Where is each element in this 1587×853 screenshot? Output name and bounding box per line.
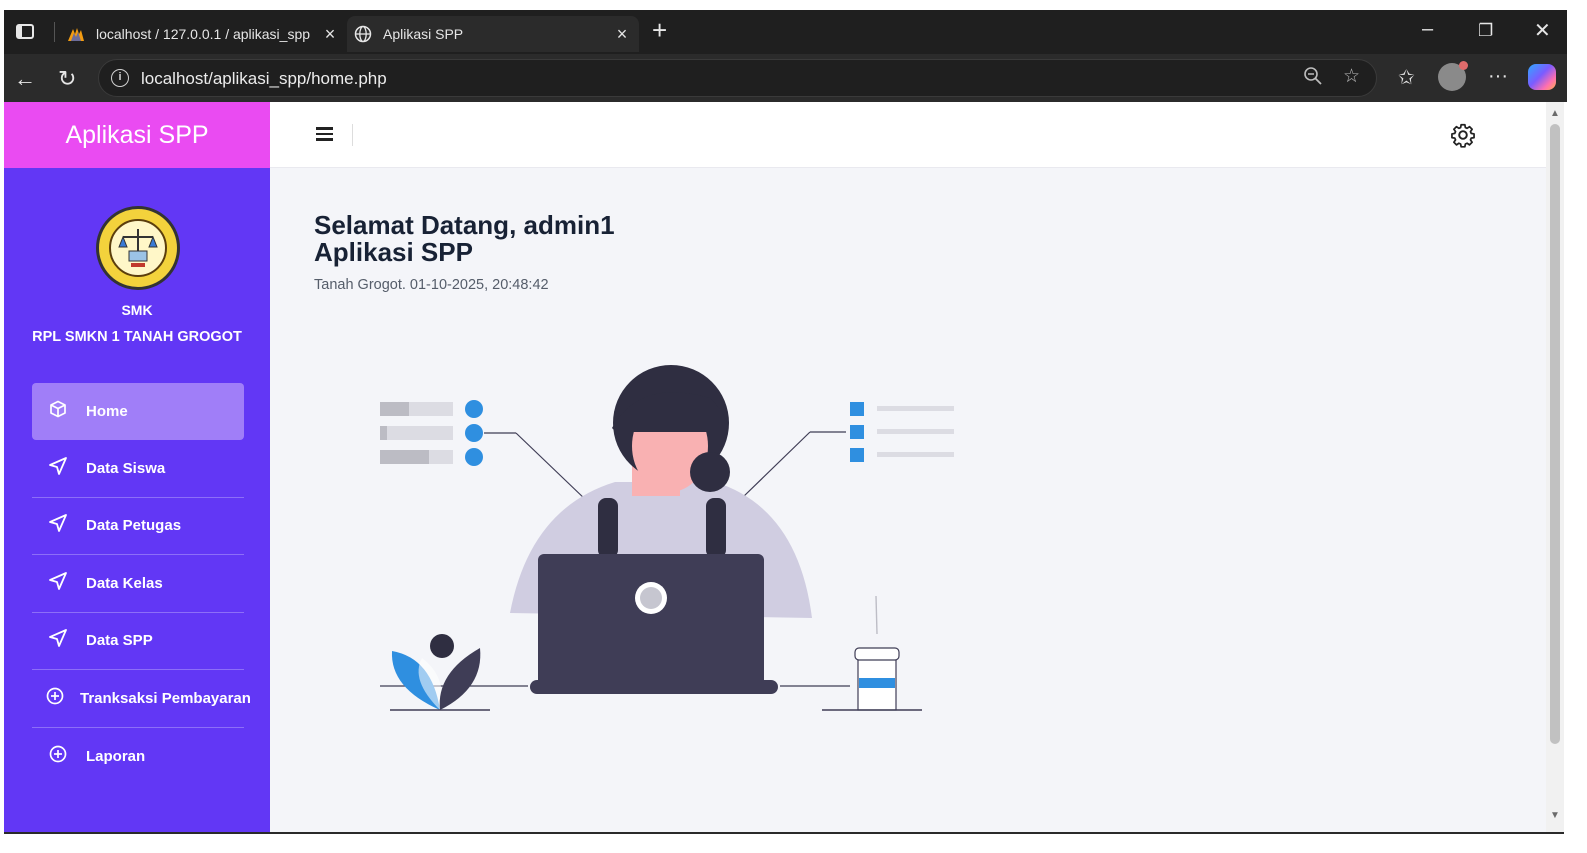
top-navbar — [270, 102, 1546, 168]
back-icon[interactable]: ← — [14, 66, 36, 92]
sidebar-menu: Home Data Siswa Data Petugas Data Kelas — [32, 383, 251, 786]
sidebar: Aplikasi SPP SMK RPL SMKN 1 TANAH GROGOT — [4, 102, 270, 832]
sidebar-item-label: Data Kelas — [86, 574, 163, 592]
address-bar-row: ← ↻ i localhost/aplikasi_spp/home.php ☆ … — [4, 54, 1567, 102]
page-title: Selamat Datang, admin1 Aplikasi SPP — [314, 212, 615, 266]
scroll-down-icon[interactable]: ▼ — [1550, 810, 1560, 821]
sidebar-item-label: Data Petugas — [86, 517, 182, 535]
browser-chrome: localhost / 127.0.0.1 / aplikasi_spp × A… — [4, 10, 1567, 102]
sidebar-item-label: Tranksaksi Pembayaran — [80, 689, 251, 707]
tab-divider — [54, 22, 55, 42]
org-line-1: SMK — [121, 302, 153, 318]
sidebar-item-label: Data Siswa — [86, 459, 166, 477]
tab-actions-icon[interactable] — [16, 24, 34, 39]
school-logo — [96, 206, 180, 290]
send-icon — [46, 628, 70, 653]
sidebar-item-data-spp[interactable]: Data SPP — [32, 613, 244, 670]
send-icon — [46, 571, 70, 596]
more-icon[interactable]: ··· — [1488, 65, 1508, 88]
gear-icon[interactable] — [1450, 122, 1476, 155]
new-tab-icon[interactable]: + — [652, 17, 667, 43]
welcome-line-1: Selamat Datang, admin1 — [314, 210, 615, 240]
url-text[interactable]: localhost/aplikasi_spp/home.php — [141, 69, 387, 89]
tab-aplikasi-spp[interactable]: Aplikasi SPP × — [347, 16, 639, 52]
hamburger-menu-icon[interactable] — [316, 127, 334, 141]
close-icon[interactable]: × — [319, 24, 341, 45]
brand-title[interactable]: Aplikasi SPP — [4, 102, 270, 168]
tab-phpmyadmin[interactable]: localhost / 127.0.0.1 / aplikasi_spp × — [60, 16, 347, 52]
org-line-2: RPL SMKN 1 TANAH GROGOT — [32, 329, 242, 345]
cube-icon — [46, 400, 70, 423]
phpmyadmin-icon — [66, 24, 86, 44]
reload-icon[interactable]: ↻ — [58, 66, 76, 92]
favorites-icon[interactable]: ✩ — [1398, 65, 1415, 90]
navbar-divider — [352, 124, 353, 146]
plus-circle-icon — [46, 687, 64, 710]
page-scrollbar[interactable]: ▲ ▼ — [1546, 102, 1564, 832]
window-bottom-edge — [4, 832, 1564, 853]
globe-icon — [353, 24, 373, 44]
sidebar-item-label: Data SPP — [86, 632, 153, 650]
screen: localhost / 127.0.0.1 / aplikasi_spp × A… — [0, 0, 1587, 853]
location-datetime: Tanah Grogot. 01-10-2025, 20:48:42 — [314, 277, 549, 293]
minimize-icon[interactable]: – — [1422, 18, 1433, 41]
scroll-up-icon[interactable]: ▲ — [1550, 108, 1560, 119]
close-icon[interactable]: × — [611, 24, 633, 45]
info-icon[interactable]: i — [111, 69, 129, 87]
close-window-icon[interactable]: ✕ — [1534, 18, 1551, 43]
tab-title: Aplikasi SPP — [383, 26, 464, 42]
sidebar-item-data-kelas[interactable]: Data Kelas — [32, 555, 244, 613]
plus-circle-icon — [46, 745, 70, 768]
hero-illustration — [380, 365, 954, 711]
main-content: Selamat Datang, admin1 Aplikasi SPP Tana… — [270, 168, 1546, 832]
zoom-icon[interactable] — [1303, 66, 1323, 92]
sidebar-item-home[interactable]: Home — [32, 383, 244, 440]
sidebar-item-laporan[interactable]: Laporan — [32, 728, 244, 786]
welcome-line-2: Aplikasi SPP — [314, 237, 473, 267]
send-icon — [46, 513, 70, 538]
profile-avatar[interactable] — [1438, 61, 1468, 91]
sidebar-item-transaksi[interactable]: Tranksaksi Pembayaran — [32, 670, 251, 728]
restore-icon[interactable]: ❐ — [1478, 21, 1493, 41]
sidebar-item-label: Laporan — [86, 747, 146, 765]
sidebar-item-data-siswa[interactable]: Data Siswa — [32, 440, 244, 498]
scrollbar-thumb[interactable] — [1550, 124, 1560, 744]
send-icon — [46, 456, 70, 481]
star-icon[interactable]: ☆ — [1343, 65, 1360, 88]
sidebar-item-data-petugas[interactable]: Data Petugas — [32, 498, 244, 555]
copilot-icon[interactable] — [1528, 64, 1556, 90]
sidebar-item-label: Home — [86, 403, 128, 420]
tab-title: localhost / 127.0.0.1 / aplikasi_spp — [96, 26, 311, 42]
address-bar[interactable]: i localhost/aplikasi_spp/home.php ☆ — [98, 59, 1377, 97]
tab-bar: localhost / 127.0.0.1 / aplikasi_spp × A… — [4, 10, 1567, 52]
